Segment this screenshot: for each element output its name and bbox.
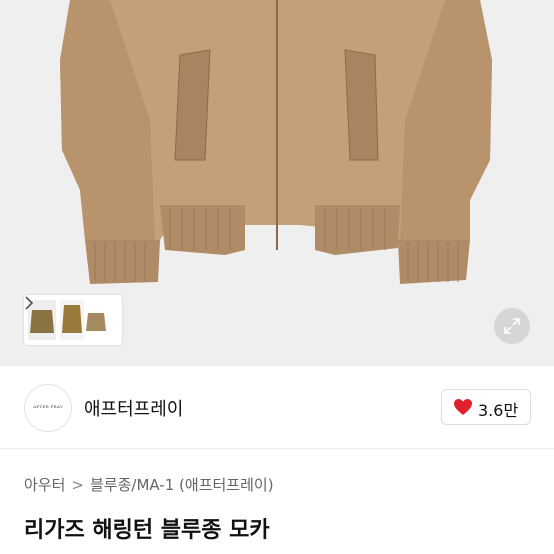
- chevron-right-icon[interactable]: [24, 295, 34, 311]
- expand-image-button[interactable]: [494, 308, 530, 344]
- breadcrumb-separator: >: [71, 476, 84, 494]
- thumbnail-images: [28, 300, 106, 340]
- expand-icon: [504, 318, 520, 334]
- store-avatar[interactable]: AFTER PRAY: [24, 384, 72, 432]
- store-name[interactable]: 애프터프레이: [84, 395, 183, 421]
- like-count: 3.6만: [478, 401, 519, 420]
- section-divider: [0, 448, 554, 449]
- product-hero-image[interactable]: [0, 0, 554, 366]
- product-title: 리가즈 해링턴 블루종 모카: [24, 518, 270, 543]
- heart-icon: [454, 399, 472, 415]
- breadcrumb: 아우터 > 블루종/MA-1 (애프터프레이): [24, 474, 274, 495]
- store-logo-text: AFTER PRAY: [33, 404, 63, 409]
- breadcrumb-item-blouson[interactable]: 블루종/MA-1 (애프터프레이): [90, 476, 274, 494]
- image-thumbnail-strip[interactable]: [24, 295, 122, 345]
- like-button[interactable]: 3.6만: [441, 389, 531, 425]
- breadcrumb-item-outer[interactable]: 아우터: [24, 476, 65, 494]
